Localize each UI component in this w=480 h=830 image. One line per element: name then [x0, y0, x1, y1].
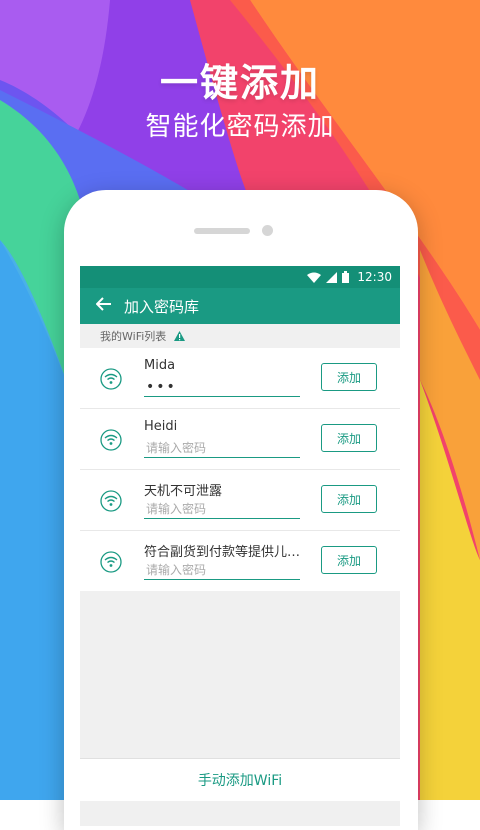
add-button[interactable]: 添加 — [321, 546, 377, 574]
section-label: 我的WiFi列表 — [100, 330, 167, 343]
add-button[interactable]: 添加 — [321, 424, 377, 452]
status-bar: 12:30 — [80, 266, 400, 288]
add-button[interactable]: 添加 — [321, 363, 377, 391]
status-icons — [307, 271, 350, 283]
warning-icon[interactable] — [174, 331, 186, 341]
wifi-signal-icon — [307, 272, 322, 283]
phone-speaker — [194, 228, 250, 234]
wifi-list-item: Mida 添加 — [80, 348, 400, 409]
wifi-icon — [100, 490, 122, 512]
password-input[interactable] — [144, 500, 300, 519]
wifi-icon — [100, 429, 122, 451]
phone-frame: 12:30 加入密码库 我的WiFi列表 Mida ••• 添加 Heidi 请… — [64, 190, 418, 830]
wifi-ssid: 符合副货到付款等提供儿… — [144, 545, 300, 560]
wifi-ssid: 天机不可泄露 — [144, 484, 223, 499]
password-input[interactable] — [144, 378, 300, 397]
phone-camera — [262, 225, 273, 236]
promo-subline: 智能化密码添加 — [145, 112, 335, 142]
wifi-list-item: Heidi 添加 — [80, 409, 400, 470]
status-time: 12:30 — [357, 270, 392, 284]
battery-icon — [342, 271, 350, 283]
back-arrow-icon[interactable] — [95, 297, 112, 315]
wifi-ssid: Mida — [144, 358, 176, 373]
app-screen: 12:30 加入密码库 我的WiFi列表 Mida ••• 添加 Heidi 请… — [80, 266, 400, 826]
section-header: 我的WiFi列表 — [80, 324, 400, 348]
wifi-icon — [100, 368, 122, 390]
wifi-icon — [100, 551, 122, 573]
password-input[interactable] — [144, 561, 300, 580]
app-bar: 加入密码库 — [80, 288, 400, 324]
wifi-list-item: 符合副货到付款等提供儿… 添加 — [80, 531, 400, 591]
wifi-list: Mida 添加 Heidi 添加 — [80, 348, 400, 591]
promo-headline: 一键添加 — [159, 61, 320, 105]
wifi-list-item: 天机不可泄露 添加 — [80, 470, 400, 531]
password-input[interactable] — [144, 439, 300, 458]
add-button[interactable]: 添加 — [321, 485, 377, 513]
app-bar-title: 加入密码库 — [124, 297, 200, 316]
manual-add-wifi-button[interactable]: 手动添加WiFi — [80, 758, 400, 801]
cell-signal-icon — [326, 271, 338, 283]
wifi-ssid: Heidi — [144, 419, 178, 434]
